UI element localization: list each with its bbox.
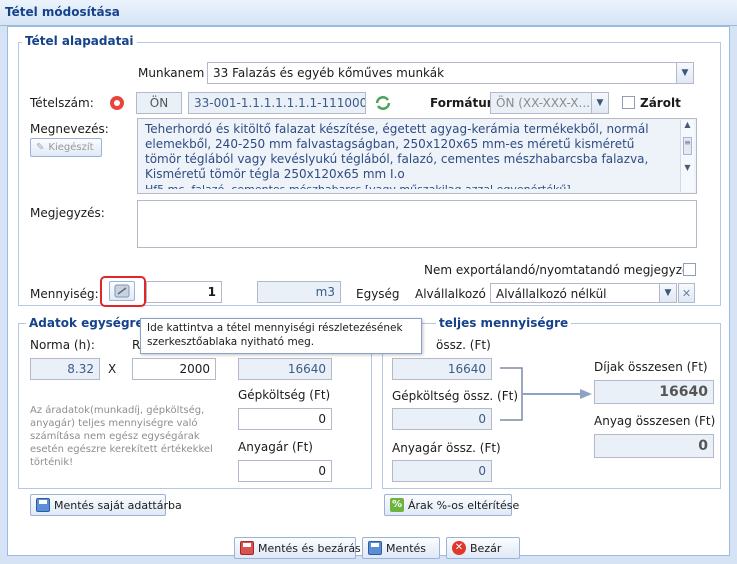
percent-icon: % — [390, 498, 404, 512]
anyag-osszesen-field: 0 — [594, 434, 714, 458]
scroll-down-icon: ▼ — [684, 163, 691, 172]
dijak-osszesen-label: Díjak összesen (Ft) — [594, 360, 708, 374]
chevron-down-icon: ▼ — [681, 68, 689, 78]
tetelszam-label: Tételszám: — [30, 96, 94, 110]
anyag-ossz-field: 0 — [392, 460, 492, 482]
sum-bracket-arrow — [500, 367, 592, 421]
chevron-down-icon: ▼ — [596, 98, 604, 108]
anyagar-label: Anyagár (Ft) — [238, 440, 313, 454]
munkanem-combo[interactable]: 33 Falazás és egyéb kőműves munkák — [207, 62, 677, 84]
save-label: Mentés — [386, 541, 427, 555]
alvallalkozo-label: Alvállalkozó : — [415, 287, 494, 301]
floppy-disk-icon — [368, 541, 382, 555]
gepkoltseg-label: Gépköltség (Ft) — [238, 388, 331, 402]
tooltip-line-2: szerkesztőablaka nyitható meg. — [147, 336, 315, 348]
mennyiseg-input[interactable]: 1 — [146, 281, 222, 303]
kiegeszit-button[interactable]: ✎ Kiegészít — [30, 138, 102, 157]
rounding-note: Az áradatok(munkadíj, gépköltség, anyagá… — [30, 405, 213, 468]
zarolt-checkbox[interactable] — [622, 96, 635, 109]
norma-field[interactable]: 8.32 — [30, 358, 100, 380]
alvallalkozo-combo[interactable]: Alvállalkozó nélkül — [490, 283, 660, 303]
tetelszam-field[interactable]: 33-001-1.1.1.1.1.1.1-1110002 — [188, 92, 366, 114]
tooltip-line-1: Ide kattintva a tétel mennyiségi részlet… — [147, 322, 403, 334]
scroll-thumb[interactable]: ≡ — [683, 137, 692, 155]
formatum-dropdown-button[interactable]: ▼ — [592, 92, 609, 114]
megnevezes-textarea[interactable]: Teherhordó és kitöltő falazat készítése,… — [137, 118, 697, 194]
unit-field: m3 — [257, 281, 341, 303]
kiegeszit-label: Kiegészít — [48, 142, 94, 153]
norma-label: Norma (h): — [30, 338, 95, 352]
megnevezes-scrollbar[interactable]: ▲ ≡ ▼ — [680, 120, 694, 192]
unit-data-legend: Adatok egységre — [26, 316, 147, 330]
arak-elterites-label: Árak %-os eltérítése — [408, 498, 520, 512]
formatum-combo[interactable]: ÖN (XX-XXX-X...) — [490, 92, 592, 114]
alvallalkozo-dropdown-button[interactable]: ▼ — [660, 283, 677, 303]
dij-ossz-field: 16640 — [392, 358, 492, 380]
refresh-icon — [375, 96, 391, 110]
dijak-osszesen-field: 16640 — [594, 380, 714, 404]
dij-field: 16640 — [238, 358, 332, 380]
anyag-ossz-label: Anyagár össz. (Ft) — [392, 441, 501, 455]
save-button[interactable]: Mentés — [362, 537, 440, 559]
anyagar-field[interactable]: 0 — [238, 460, 332, 482]
times-sign: X — [108, 362, 117, 376]
nem-export-label: Nem exportálandó/nyomtatandó megjegyzés — [424, 263, 696, 277]
total-data-legend: teljes mennyiségre — [436, 316, 572, 330]
mennyiseg-tooltip: Ide kattintva a tétel mennyiségi részlet… — [140, 318, 422, 354]
megnevezes-text-cut: Hf5 mc, falazó, cementes mészhabarcs [va… — [145, 182, 674, 189]
window-title: Tétel módosítása — [0, 0, 737, 26]
megnevezes-label: Megnevezés: — [30, 122, 109, 136]
mennyiseg-label: Mennyiség: — [30, 287, 99, 301]
close-icon: ✕ — [681, 286, 692, 300]
anyag-osszesen-label: Anyag összesen (Ft) — [594, 414, 716, 428]
close-icon: ✕ — [452, 541, 466, 555]
save-close-label: Mentés és bezárás — [258, 541, 361, 555]
floppy-disk-icon — [240, 541, 254, 555]
tetelszam-prefix: ÖN — [136, 92, 182, 114]
gep-ossz-field: 0 — [392, 408, 492, 430]
arak-elterites-button[interactable]: % Árak %-os eltérítése — [384, 494, 519, 516]
egyseg-label: Egység — [356, 287, 400, 301]
munkanem-dropdown-button[interactable]: ▼ — [677, 62, 694, 84]
floppy-disk-icon — [36, 498, 50, 512]
alvallalkozo-clear-button[interactable]: ✕ — [678, 283, 695, 303]
rezsi-field[interactable]: 2000 — [132, 358, 216, 380]
save-own-button[interactable]: Mentés saját adattárba — [30, 494, 182, 516]
dij-ossz-label: össz. (Ft) — [436, 338, 491, 352]
nem-export-checkbox[interactable] — [683, 263, 696, 276]
close-label: Bezár — [470, 541, 502, 555]
close-button[interactable]: ✕ Bezár — [446, 537, 520, 559]
megjegyzes-textarea[interactable] — [137, 200, 697, 248]
scroll-up-icon: ▲ — [684, 120, 691, 129]
chevron-down-icon: ▼ — [664, 288, 672, 298]
tetelszam-info-button[interactable] — [106, 93, 128, 113]
refresh-button[interactable] — [372, 93, 394, 113]
pencil-icon: ✎ — [36, 142, 45, 153]
calculator-icon — [114, 284, 130, 298]
gepkoltseg-field[interactable]: 0 — [238, 408, 332, 430]
zarolt-label: Zárolt — [640, 96, 681, 110]
mennyiseg-detail-button[interactable] — [109, 281, 135, 301]
megjegyzes-label: Megjegyzés: — [30, 206, 105, 220]
pin-icon — [110, 96, 124, 110]
megnevezes-text: Teherhordó és kitöltő falazat készítése,… — [145, 122, 649, 181]
basics-legend: Tétel alapadatai — [22, 34, 137, 48]
save-close-button[interactable]: Mentés és bezárás — [234, 537, 361, 559]
save-own-label: Mentés saját adattárba — [54, 498, 182, 512]
munkanem-label: Munkanem : — [138, 66, 213, 80]
